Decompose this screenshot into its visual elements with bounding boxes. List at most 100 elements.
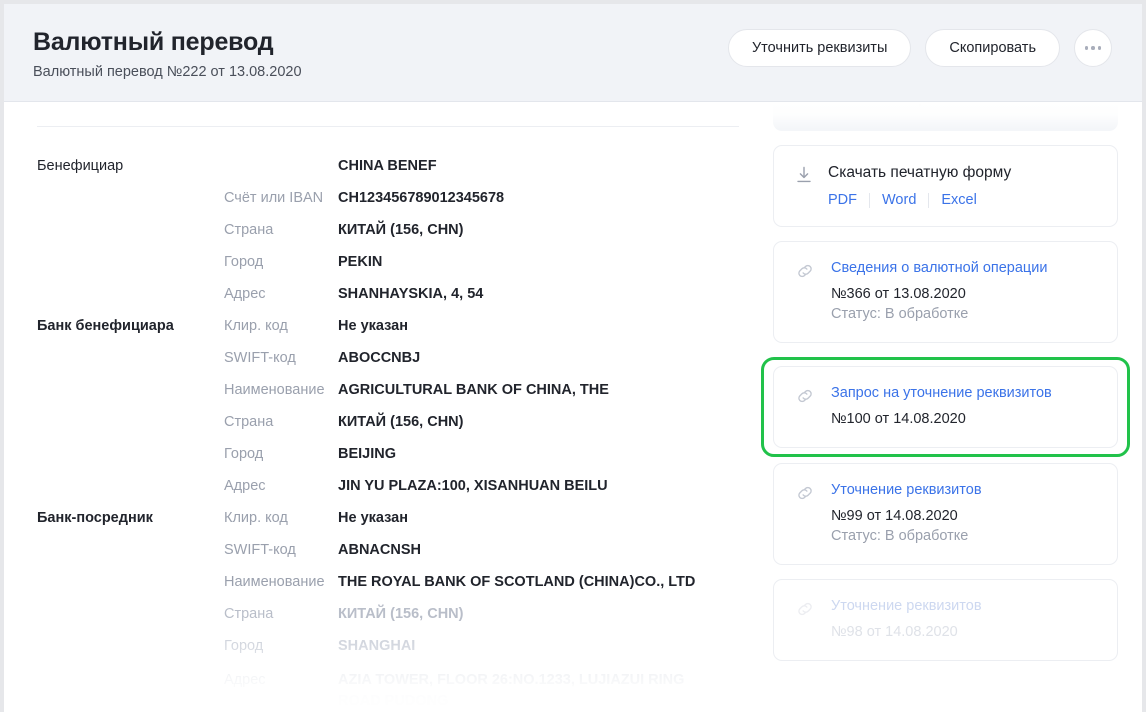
detail-field-label: Страна bbox=[224, 606, 274, 622]
status-notice-line-2: "Принят ВК". bbox=[794, 103, 1097, 110]
detail-field-value: CH123456789012345678 bbox=[338, 190, 505, 206]
detail-field-label: Наименование bbox=[224, 574, 325, 590]
detail-field-value: SHANHAYSKIA, 4, 54 bbox=[338, 286, 484, 302]
detail-row: Адрес JIN YU PLAZA:100, XISANHUAN BEILU bbox=[4, 478, 758, 510]
highlighted-document-wrapper[interactable]: Запрос на уточнение реквизитов №100 от 14… bbox=[758, 357, 1142, 457]
detail-row: Город PEKIN bbox=[4, 254, 758, 286]
link-icon bbox=[794, 482, 816, 509]
detail-field-value: PEKIN bbox=[338, 254, 383, 270]
detail-row: SWIFT-код ABOCCNBJ bbox=[4, 350, 758, 382]
related-document-number-date: №366 от 13.08.2020 bbox=[831, 286, 966, 302]
detail-field-value: AGRICULTURAL BANK OF CHINA, THE bbox=[338, 382, 609, 398]
related-document-link[interactable]: Сведения о валютной операции bbox=[831, 259, 1097, 278]
detail-field-value: Не указан bbox=[338, 318, 408, 334]
related-document-card[interactable]: Запрос на уточнение реквизитов №100 от 14… bbox=[773, 366, 1118, 448]
download-format-pdf[interactable]: PDF bbox=[828, 192, 857, 208]
download-format-links: PDF Word Excel bbox=[828, 192, 1097, 208]
detail-row: Банк-посредник Клир. код Не указан bbox=[4, 510, 758, 542]
download-title: Скачать печатную форму bbox=[828, 164, 1012, 181]
related-document-text: Запрос на уточнение реквизитов №100 от 14… bbox=[831, 384, 1097, 429]
related-document-card[interactable]: Уточнение реквизитов №98 от 14.08.2020 bbox=[773, 579, 1118, 661]
detail-field-label: Клир. код bbox=[224, 318, 288, 334]
details-divider bbox=[37, 126, 739, 127]
detail-field-label: Адрес bbox=[224, 672, 266, 688]
related-document-link[interactable]: Уточнение реквизитов bbox=[831, 481, 1097, 500]
related-document-body: Уточнение реквизитов №98 от 14.08.2020 bbox=[794, 597, 1097, 642]
detail-field-label: SWIFT-код bbox=[224, 350, 296, 366]
format-separator bbox=[869, 192, 870, 208]
detail-row: SWIFT-код ABNACNSH bbox=[4, 542, 758, 574]
detail-field-value: AZIA TOWER, FLOOR 26:NO.1233, LUJIAZUI R… bbox=[338, 672, 685, 709]
detail-row: Город SHANGHAI bbox=[4, 638, 758, 670]
sidebar-scroll-content: документ будет переведён в статус "Приня… bbox=[758, 103, 1142, 675]
detail-row: Наименование AGRICULTURAL BANK OF CHINA, … bbox=[4, 382, 758, 414]
detail-field-value: JIN YU PLAZA:100, XISANHUAN BEILU bbox=[338, 478, 608, 494]
download-format-excel[interactable]: Excel bbox=[941, 192, 976, 208]
transfer-details-pane: Бенефициар CHINA BENEF Счёт или IBAN CH1234… bbox=[4, 103, 758, 712]
detail-field-value: ABNACNSH bbox=[338, 542, 421, 558]
detail-row: Страна КИТАЙ (156, CHN) bbox=[4, 606, 758, 638]
detail-row: Страна КИТАЙ (156, CHN) bbox=[4, 414, 758, 446]
page-surface: Валютный перевод Валютный перевод №222 о… bbox=[4, 4, 1142, 712]
download-format-word[interactable]: Word bbox=[882, 192, 916, 208]
more-horizontal-icon bbox=[1084, 46, 1102, 50]
download-row: Скачать печатную форму PDF Word Excel bbox=[794, 163, 1097, 208]
detail-group-label: Банк бенефициара bbox=[37, 318, 174, 334]
page-body: Бенефициар CHINA BENEF Счёт или IBAN CH1234… bbox=[4, 103, 1142, 712]
detail-field-value: КИТАЙ (156, CHN) bbox=[338, 414, 464, 430]
related-document-status: Статус: В обработке bbox=[831, 528, 969, 544]
detail-field-value: THE ROYAL BANK OF SCOTLAND (CHINA)CO., L… bbox=[338, 574, 696, 590]
download-icon bbox=[794, 165, 814, 190]
detail-field-label: Город bbox=[224, 254, 264, 270]
page-subtitle: Валютный перевод №222 от 13.08.2020 bbox=[33, 64, 302, 80]
detail-field-label: Адрес bbox=[224, 286, 266, 302]
copy-button[interactable]: Скопировать bbox=[925, 29, 1060, 67]
detail-row: Счёт или IBAN CH123456789012345678 bbox=[4, 190, 758, 222]
related-document-body: Уточнение реквизитов №99 от 14.08.2020 Ста… bbox=[794, 481, 1097, 546]
detail-field-value: ABOCCNBJ bbox=[338, 350, 421, 366]
detail-group-label: Бенефициар bbox=[37, 158, 124, 174]
status-notice-card: документ будет переведён в статус "Приня… bbox=[773, 103, 1118, 131]
related-document-number-date: №99 от 14.08.2020 bbox=[831, 508, 958, 524]
detail-field-label: Город bbox=[224, 638, 264, 654]
related-document-number-date: №100 от 14.08.2020 bbox=[831, 411, 966, 427]
related-documents-sidebar[interactable]: документ будет переведён в статус "Приня… bbox=[758, 103, 1142, 712]
detail-group-label: Банк-посредник bbox=[37, 510, 153, 526]
related-document-status: Статус: В обработке bbox=[831, 306, 969, 322]
detail-field-label: Город bbox=[224, 446, 264, 462]
page-title: Валютный перевод bbox=[33, 28, 274, 56]
detail-row: Страна КИТАЙ (156, CHN) bbox=[4, 222, 758, 254]
related-document-link[interactable]: Запрос на уточнение реквизитов bbox=[831, 384, 1097, 403]
more-options-button[interactable] bbox=[1074, 29, 1112, 67]
format-separator bbox=[928, 192, 930, 208]
link-icon bbox=[794, 385, 816, 412]
details-list: Бенефициар CHINA BENEF Счёт или IBAN CH1234… bbox=[4, 158, 758, 712]
detail-field-label: SWIFT-код bbox=[224, 542, 296, 558]
detail-row: Наименование THE ROYAL BANK OF SCOTLAND (… bbox=[4, 574, 758, 606]
detail-field-value: SHANGHAI bbox=[338, 638, 416, 654]
detail-field-label: Страна bbox=[224, 222, 274, 238]
detail-field-value: BEIJING bbox=[338, 446, 397, 462]
related-document-card[interactable]: Уточнение реквизитов №99 от 14.08.2020 Ста… bbox=[773, 463, 1118, 565]
related-document-link[interactable]: Уточнение реквизитов bbox=[831, 597, 1097, 616]
clarify-requisites-button[interactable]: Уточнить реквизиты bbox=[727, 29, 912, 67]
detail-field-value: КИТАЙ (156, CHN) bbox=[338, 222, 464, 238]
link-icon bbox=[794, 598, 816, 625]
app-root: Валютный перевод Валютный перевод №222 о… bbox=[0, 0, 1146, 712]
detail-field-value: CHINA BENEF bbox=[338, 158, 437, 174]
detail-field-label: Счёт или IBAN bbox=[224, 190, 324, 206]
page-header: Валютный перевод Валютный перевод №222 о… bbox=[4, 4, 1142, 102]
detail-field-value: Не указан bbox=[338, 510, 408, 526]
related-document-card[interactable]: Сведения о валютной операции №366 от 13.0… bbox=[773, 241, 1118, 343]
detail-field-value: КИТАЙ (156, CHN) bbox=[338, 606, 464, 622]
detail-field-label: Наименование bbox=[224, 382, 325, 398]
related-document-number-date: №98 от 14.08.2020 bbox=[831, 624, 958, 640]
related-document-body: Запрос на уточнение реквизитов №100 от 14… bbox=[794, 384, 1097, 429]
header-text-block: Валютный перевод Валютный перевод №222 о… bbox=[33, 26, 302, 82]
detail-field-label: Адрес bbox=[224, 478, 266, 494]
related-document-body: Сведения о валютной операции №366 от 13.0… bbox=[794, 259, 1097, 324]
link-icon bbox=[794, 260, 816, 287]
detail-row: Адрес AZIA TOWER, FLOOR 26:NO.1233, LUJIA… bbox=[4, 670, 758, 712]
detail-field-label: Клир. код bbox=[224, 510, 288, 526]
detail-row: Адрес SHANHAYSKIA, 4, 54 bbox=[4, 286, 758, 318]
